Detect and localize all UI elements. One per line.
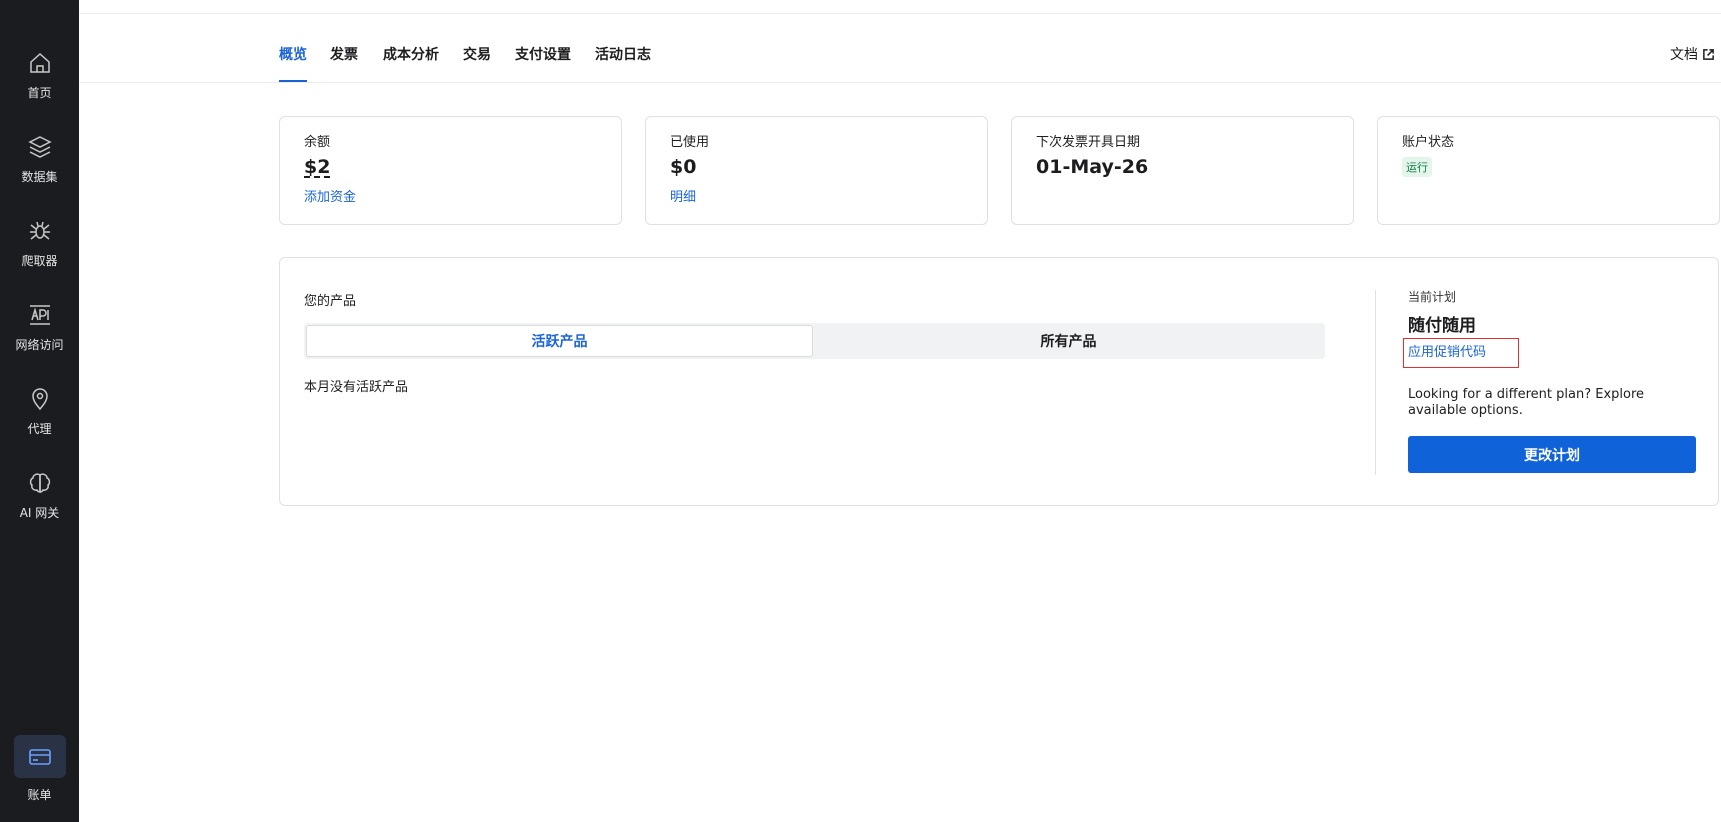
balance-value[interactable]: $2 [304, 156, 597, 178]
used-label: 已使用 [670, 135, 710, 150]
top-divider [79, 13, 1721, 14]
tab-cost-analysis[interactable]: 成本分析 [383, 44, 439, 64]
sidebar-item-billing[interactable]: 账单 [0, 733, 79, 803]
tabs-divider [79, 82, 1721, 83]
balance-card: 余额 $2 添加资金 [279, 116, 622, 225]
sidebar-item-label: 代理 [27, 422, 52, 436]
plan-description: Looking for a different plan? Explore av… [1408, 387, 1645, 418]
sidebar-item-label: 账单 [27, 788, 52, 802]
docs-link[interactable]: 文档 [1670, 44, 1715, 64]
balance-label: 余额 [304, 135, 331, 150]
change-plan-button[interactable]: 更改计划 [1408, 436, 1696, 473]
used-value: $0 [670, 156, 697, 178]
tab-invoices[interactable]: 发票 [330, 44, 358, 64]
sidebar: 首页 数据集 爬取器 网络访问 代理 AI 网关 账单 [0, 0, 79, 822]
tab-payment-settings[interactable]: 支付设置 [515, 44, 571, 64]
plan-name: 随付随用 [1408, 316, 1476, 336]
external-link-icon [1703, 48, 1714, 60]
spider-icon [27, 218, 53, 244]
brain-icon [27, 470, 53, 496]
sidebar-item-web-access[interactable]: 网络访问 [0, 290, 79, 360]
tab-overview[interactable]: 概览 [279, 44, 307, 64]
docs-label: 文档 [1670, 47, 1698, 63]
location-pin-icon [27, 386, 53, 412]
apply-promo-code-link[interactable]: 应用促销代码 [1408, 341, 1486, 360]
next-invoice-label: 下次发票开具日期 [1036, 135, 1141, 150]
panel-divider [1375, 290, 1376, 475]
status-badge: 运行 [1402, 157, 1432, 177]
account-status-label: 账户状态 [1402, 135, 1455, 150]
sidebar-item-label: 首页 [27, 86, 52, 100]
next-invoice-date: 01-May-26 [1036, 156, 1149, 178]
details-link[interactable]: 明细 [670, 186, 696, 205]
layers-icon [27, 134, 53, 160]
sidebar-item-datasets[interactable]: 数据集 [0, 122, 79, 192]
active-products-tab[interactable]: 活跃产品 [306, 325, 813, 357]
home-icon [27, 50, 53, 76]
products-title: 您的产品 [304, 294, 357, 309]
sidebar-item-label: 爬取器 [21, 254, 58, 268]
sidebar-item-label: 数据集 [21, 170, 58, 184]
used-card: 已使用 $0 明细 [645, 116, 988, 225]
sidebar-item-ai-gateway[interactable]: AI 网关 [0, 458, 79, 528]
credit-card-icon [13, 735, 66, 778]
tab-activity-log[interactable]: 活动日志 [595, 44, 651, 64]
empty-products-message: 本月没有活跃产品 [304, 380, 409, 395]
current-plan-label: 当前计划 [1408, 290, 1457, 304]
sidebar-item-label: AI 网关 [19, 506, 60, 520]
product-filter-toggle: 活跃产品 所有产品 [304, 323, 1325, 359]
products-panel: 您的产品 活跃产品 所有产品 本月没有活跃产品 当前计划 随付随用 应用促销代码… [279, 257, 1719, 506]
api-icon [27, 302, 53, 328]
sidebar-item-proxy[interactable]: 代理 [0, 374, 79, 444]
add-funds-link[interactable]: 添加资金 [304, 186, 356, 205]
sidebar-item-scrapers[interactable]: 爬取器 [0, 206, 79, 276]
all-products-tab[interactable]: 所有产品 [815, 325, 1322, 357]
tab-transactions[interactable]: 交易 [463, 44, 491, 64]
next-invoice-card: 下次发票开具日期 01-May-26 [1011, 116, 1354, 225]
account-status-card: 账户状态 运行 [1377, 116, 1720, 225]
sidebar-item-home[interactable]: 首页 [0, 38, 79, 108]
sidebar-item-label: 网络访问 [15, 338, 64, 352]
